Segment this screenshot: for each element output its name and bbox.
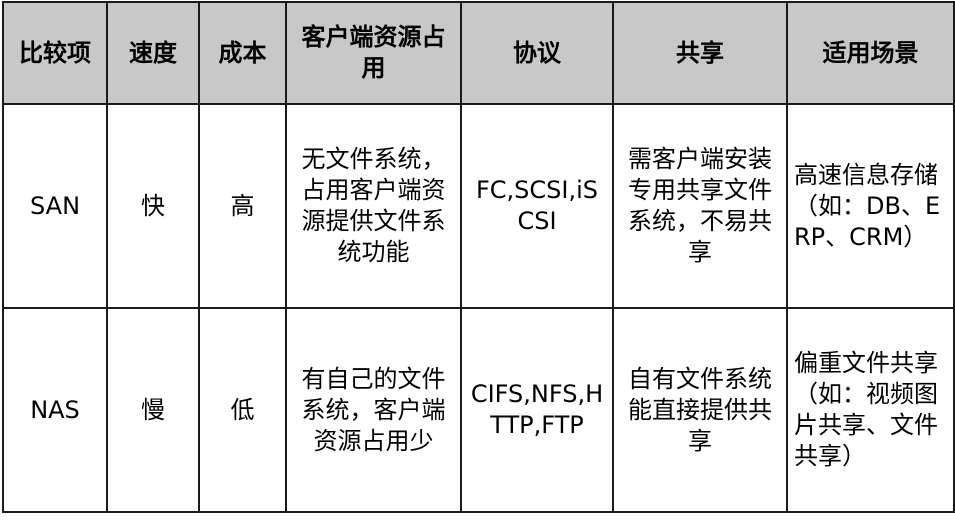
cell-speed: 慢 [106,307,200,513]
header-item: 比较项 [2,1,108,105]
cell-protocol: CIFS,NFS,HTTP,FTP [460,307,614,513]
cell-cost: 低 [198,307,287,513]
cell-speed: 快 [106,103,200,309]
table-row-nas: NAS 慢 低 有自己的文件系统，客户端资源占用少 CIFS,NFS,HTTP,… [2,307,955,513]
cell-sharing: 自有文件系统能直接提供共享 [612,307,788,513]
header-cost: 成本 [198,1,287,105]
comparison-table: 比较项 速度 成本 客户端资源占用 协议 共享 适用场景 SAN 快 高 无文件… [2,1,955,513]
header-row: 比较项 速度 成本 客户端资源占用 协议 共享 适用场景 [2,1,955,105]
header-speed: 速度 [106,1,200,105]
cell-client-resource: 有自己的文件系统，客户端资源占用少 [285,307,462,513]
cell-sharing: 需客户端安装专用共享文件系统，不易共享 [612,103,788,309]
cell-cost: 高 [198,103,287,309]
header-sharing: 共享 [612,1,788,105]
cell-scenario: 偏重文件共享（如：视频图片共享、文件共享） [786,307,955,513]
cell-client-resource: 无文件系统，占用客户端资源提供文件系统功能 [285,103,462,309]
cell-protocol: FC,SCSI,iSCSI [460,103,614,309]
cell-item: SAN [2,103,108,309]
header-client-resource: 客户端资源占用 [285,1,462,105]
cell-item: NAS [2,307,108,513]
cell-scenario: 高速信息存储（如：DB、ERP、CRM） [786,103,955,309]
header-scenario: 适用场景 [786,1,955,105]
table-row-san: SAN 快 高 无文件系统，占用客户端资源提供文件系统功能 FC,SCSI,iS… [2,103,955,309]
header-protocol: 协议 [460,1,614,105]
